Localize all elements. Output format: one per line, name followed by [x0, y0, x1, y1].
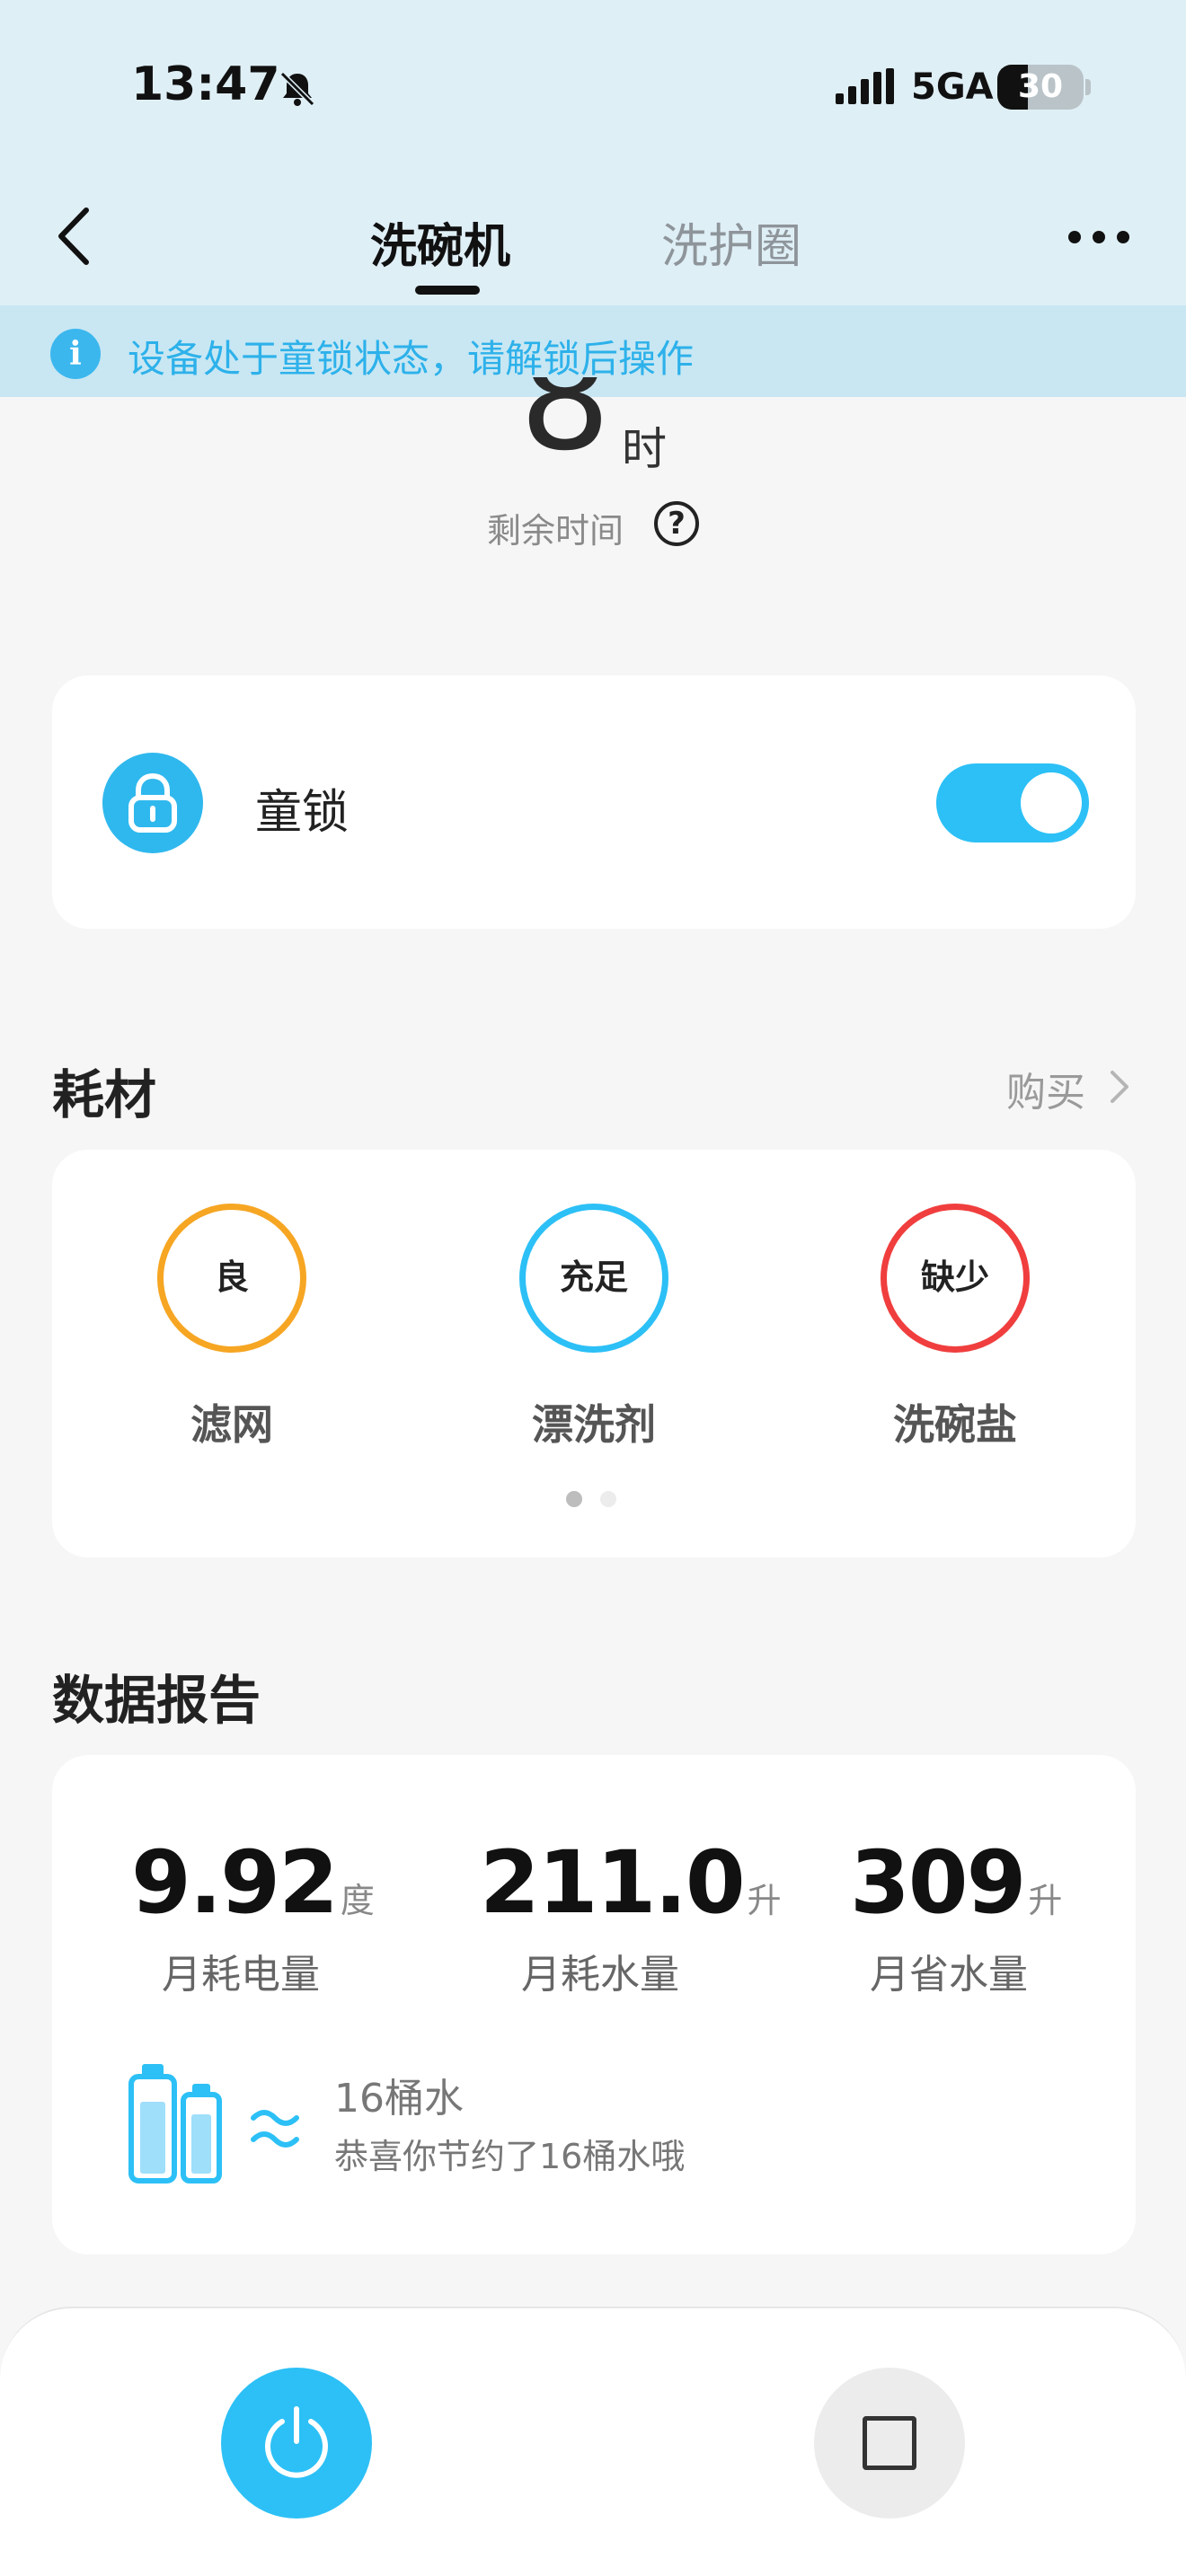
metric-water-unit: 升 — [747, 1881, 782, 1920]
signal-icon — [836, 68, 894, 104]
consumable-label-salt: 洗碗盐 — [893, 1400, 1017, 1449]
bottom-control-panel — [0, 2307, 1186, 2576]
metric-power-unit: 度 — [340, 1881, 375, 1920]
battery-icon: 30 — [997, 65, 1084, 110]
buy-link[interactable]: 购买 — [1006, 1060, 1085, 1117]
chevron-right-icon[interactable] — [1109, 1069, 1130, 1105]
saving-title: 16桶水 — [334, 2076, 464, 2122]
metric-saved-value: 309 — [850, 1832, 1026, 1933]
bell-muted-icon — [279, 71, 315, 107]
metric-saved-unit: 升 — [1028, 1881, 1063, 1920]
toggle-knob — [1021, 772, 1082, 834]
status-time: 13:47 — [131, 57, 280, 111]
tab-dishwasher[interactable]: 洗碗机 — [370, 208, 510, 276]
data-report-card: 9.92 度 月耗电量 211.0 升 月耗水量 309 升 月省水量 16桶水 恭喜… — [52, 1755, 1136, 2254]
consumable-status-salt[interactable]: 缺少 — [881, 1204, 1030, 1353]
water-bottles-icon — [128, 2064, 299, 2183]
stop-icon — [863, 2416, 916, 2470]
lock-icon — [102, 753, 203, 853]
child-lock-card: 童锁 — [52, 675, 1136, 929]
more-icon[interactable] — [1066, 226, 1132, 248]
page-dot-active — [566, 1491, 582, 1507]
battery-level: 30 — [1017, 68, 1064, 105]
child-lock-toggle[interactable] — [936, 763, 1089, 842]
consumable-status-rinse-aid[interactable]: 充足 — [519, 1204, 668, 1353]
report-title: 数据报告 — [52, 1670, 261, 1731]
child-lock-label: 童锁 — [255, 786, 350, 840]
consumable-label-filter: 滤网 — [190, 1400, 273, 1449]
metric-saved: 309 升 — [850, 1832, 1173, 1933]
page-dot — [600, 1491, 616, 1507]
network-type: 5GA — [911, 66, 994, 108]
metric-power-label: 月耗电量 — [162, 1952, 320, 1998]
consumables-title: 耗材 — [52, 1064, 157, 1125]
back-arrow-icon[interactable] — [52, 205, 97, 268]
metric-power: 9.92 度 — [131, 1832, 455, 1933]
tab-underline — [415, 286, 480, 295]
remaining-time-value: 8 — [519, 377, 609, 467]
consumables-card: 良 滤网 充足 漂洗剂 缺少 洗碗盐 — [52, 1150, 1136, 1557]
metric-power-value: 9.92 — [131, 1832, 339, 1933]
tab-care-circle[interactable]: 洗护圈 — [661, 208, 801, 276]
stop-button[interactable] — [814, 2368, 965, 2519]
battery-nub — [1085, 79, 1091, 95]
banner-text: 设备处于童锁状态，请解锁后操作 — [128, 337, 695, 381]
consumable-status-filter[interactable]: 良 — [157, 1204, 306, 1353]
metric-water-value: 211.0 — [480, 1832, 746, 1933]
power-icon — [265, 2406, 328, 2478]
help-icon[interactable]: ? — [654, 501, 699, 546]
consumable-label-rinse-aid: 漂洗剂 — [532, 1400, 656, 1449]
remaining-time-label: 剩余时间 — [487, 511, 624, 551]
remaining-time-unit: 时 — [622, 423, 667, 475]
saving-subtitle: 恭喜你节约了16桶水哦 — [334, 2137, 686, 2176]
metric-water: 211.0 升 — [480, 1832, 803, 1933]
metric-water-label: 月耗水量 — [521, 1952, 679, 1998]
power-button[interactable] — [221, 2368, 372, 2519]
info-icon: i — [50, 329, 101, 379]
metric-saved-label: 月省水量 — [870, 1952, 1028, 1998]
